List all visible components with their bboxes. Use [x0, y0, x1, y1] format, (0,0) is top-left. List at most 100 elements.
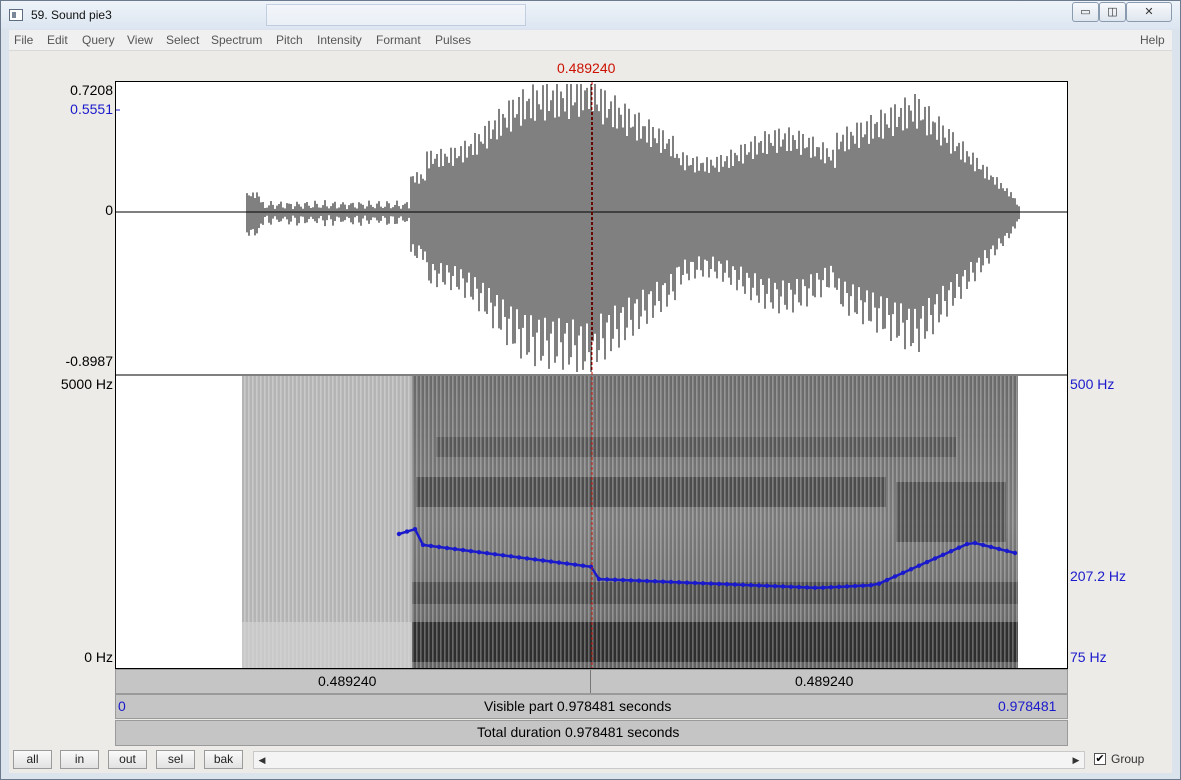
pitch-point	[716, 581, 722, 587]
pitch-point	[924, 559, 930, 565]
maximize-button[interactable]: ◫	[1099, 2, 1126, 22]
pitch-point	[516, 555, 522, 560]
window-icon	[9, 9, 23, 21]
pitch-point	[692, 580, 698, 586]
pitch-bottom-label: 75 Hz	[1070, 649, 1107, 665]
waveform-max-label: 0.7208	[70, 82, 113, 98]
pitch-point	[908, 567, 914, 572]
waveform-min-label: -0.8987	[65, 353, 113, 369]
menu-intensity[interactable]: Intensity	[317, 33, 362, 47]
scroll-left-arrow-icon[interactable]: ◀	[254, 752, 270, 768]
pitch-point	[764, 583, 770, 589]
pitch-point	[524, 556, 530, 561]
pitch-point	[724, 582, 730, 587]
pitch-point	[508, 554, 514, 559]
pitch-point	[476, 549, 482, 555]
pitch-point	[604, 577, 610, 582]
pitch-point	[452, 546, 458, 552]
cursor-time-label: 0.489240	[557, 60, 616, 76]
pitch-point	[1004, 548, 1010, 554]
cursor-time-left: 0.489240	[318, 673, 377, 689]
pitch-point	[596, 576, 602, 582]
pitch-point	[748, 583, 754, 588]
pitch-point	[500, 553, 506, 558]
pitch-point	[996, 546, 1002, 552]
visible-part-bar[interactable]: 0 Visible part 0.978481 seconds 0.978481	[115, 694, 1068, 719]
pitch-point	[844, 584, 850, 589]
spectrogram	[242, 376, 1018, 668]
menu-spectrum[interactable]: Spectrum	[211, 33, 262, 47]
group-checkbox[interactable]: ✔	[1094, 753, 1106, 765]
pitch-point	[972, 540, 978, 546]
pitch-point	[460, 547, 466, 553]
pitch-point	[916, 563, 922, 568]
visible-part-label: Visible part 0.978481 seconds	[484, 698, 672, 714]
bottom-toolbar: all in out sel bak ◀ ▶ ✔ Group	[9, 747, 1172, 773]
window-title: 59. Sound pie3	[31, 8, 112, 22]
pitch-point	[980, 542, 986, 548]
total-duration-label: Total duration 0.978481 seconds	[477, 724, 680, 740]
group-label: Group	[1111, 752, 1145, 766]
zoom-in-button[interactable]: in	[60, 750, 99, 769]
sound-plot-area[interactable]	[115, 81, 1068, 669]
menu-bar: File Edit Query View Select Spectrum Pit…	[9, 30, 1172, 51]
pitch-point	[876, 581, 882, 586]
praat-sound-window: 59. Sound pie3 ▭ ◫ ✕ File Edit Query Vie…	[0, 0, 1181, 780]
time-scrollbar[interactable]: ◀ ▶	[253, 751, 1085, 769]
total-duration-bar[interactable]: Total duration 0.978481 seconds	[115, 720, 1068, 746]
menu-edit[interactable]: Edit	[47, 33, 68, 47]
pitch-point	[948, 549, 954, 554]
menu-pitch[interactable]: Pitch	[276, 33, 303, 47]
pitch-point	[900, 570, 906, 576]
pitch-point	[660, 579, 666, 584]
pitch-point	[884, 577, 890, 583]
menu-help[interactable]: Help	[1140, 33, 1165, 47]
zoom-back-button[interactable]: bak	[204, 750, 243, 769]
pitch-point	[444, 545, 450, 551]
pitch-point	[940, 552, 946, 558]
pitch-point	[612, 577, 618, 582]
pitch-point	[860, 583, 866, 588]
close-button[interactable]: ✕	[1126, 2, 1172, 22]
menu-view[interactable]: View	[127, 33, 153, 47]
zoom-sel-button[interactable]: sel	[156, 750, 195, 769]
menu-formant[interactable]: Formant	[376, 33, 421, 47]
pitch-point	[740, 582, 746, 588]
pitch-point	[852, 583, 858, 589]
editor-panel: 0.489240 0.7208 0.5551 0 -0.8987 5000 Hz…	[9, 51, 1172, 773]
pitch-point	[828, 585, 834, 590]
pitch-point	[588, 564, 594, 569]
visible-start: 0	[118, 698, 126, 714]
menu-pulses[interactable]: Pulses	[435, 33, 471, 47]
pitch-point	[404, 529, 410, 534]
pitch-point	[628, 578, 634, 583]
menu-query[interactable]: Query	[82, 33, 115, 47]
pitch-point	[700, 581, 706, 586]
zoom-out-button[interactable]: out	[108, 750, 147, 769]
pitch-top-label: 500 Hz	[1070, 376, 1115, 392]
pitch-point	[684, 580, 690, 585]
cursor-time-bar[interactable]: 0.489240 0.489240	[115, 669, 1068, 694]
menu-file[interactable]: File	[14, 33, 33, 47]
pitch-point	[580, 563, 586, 568]
background-window-ghost	[266, 4, 526, 26]
zoom-all-button[interactable]: all	[13, 750, 52, 769]
pitch-point	[620, 577, 626, 583]
waveform-view-label: 0.5551	[70, 101, 113, 117]
pitch-point	[564, 561, 570, 566]
pitch-point	[780, 584, 786, 589]
minimize-button[interactable]: ▭	[1072, 2, 1099, 22]
pitch-point	[396, 531, 402, 537]
pitch-point	[436, 544, 442, 550]
pitch-point	[420, 542, 426, 548]
pitch-point	[796, 584, 802, 590]
pitch-point	[652, 579, 658, 584]
menu-select[interactable]: Select	[166, 33, 199, 47]
pitch-point	[820, 585, 826, 590]
plot-svg	[116, 82, 1067, 668]
pitch-point	[532, 557, 538, 562]
cursor-bar-divider	[590, 670, 591, 693]
pitch-point	[708, 581, 714, 586]
pitch-point	[732, 582, 738, 587]
scroll-right-arrow-icon[interactable]: ▶	[1068, 752, 1084, 768]
